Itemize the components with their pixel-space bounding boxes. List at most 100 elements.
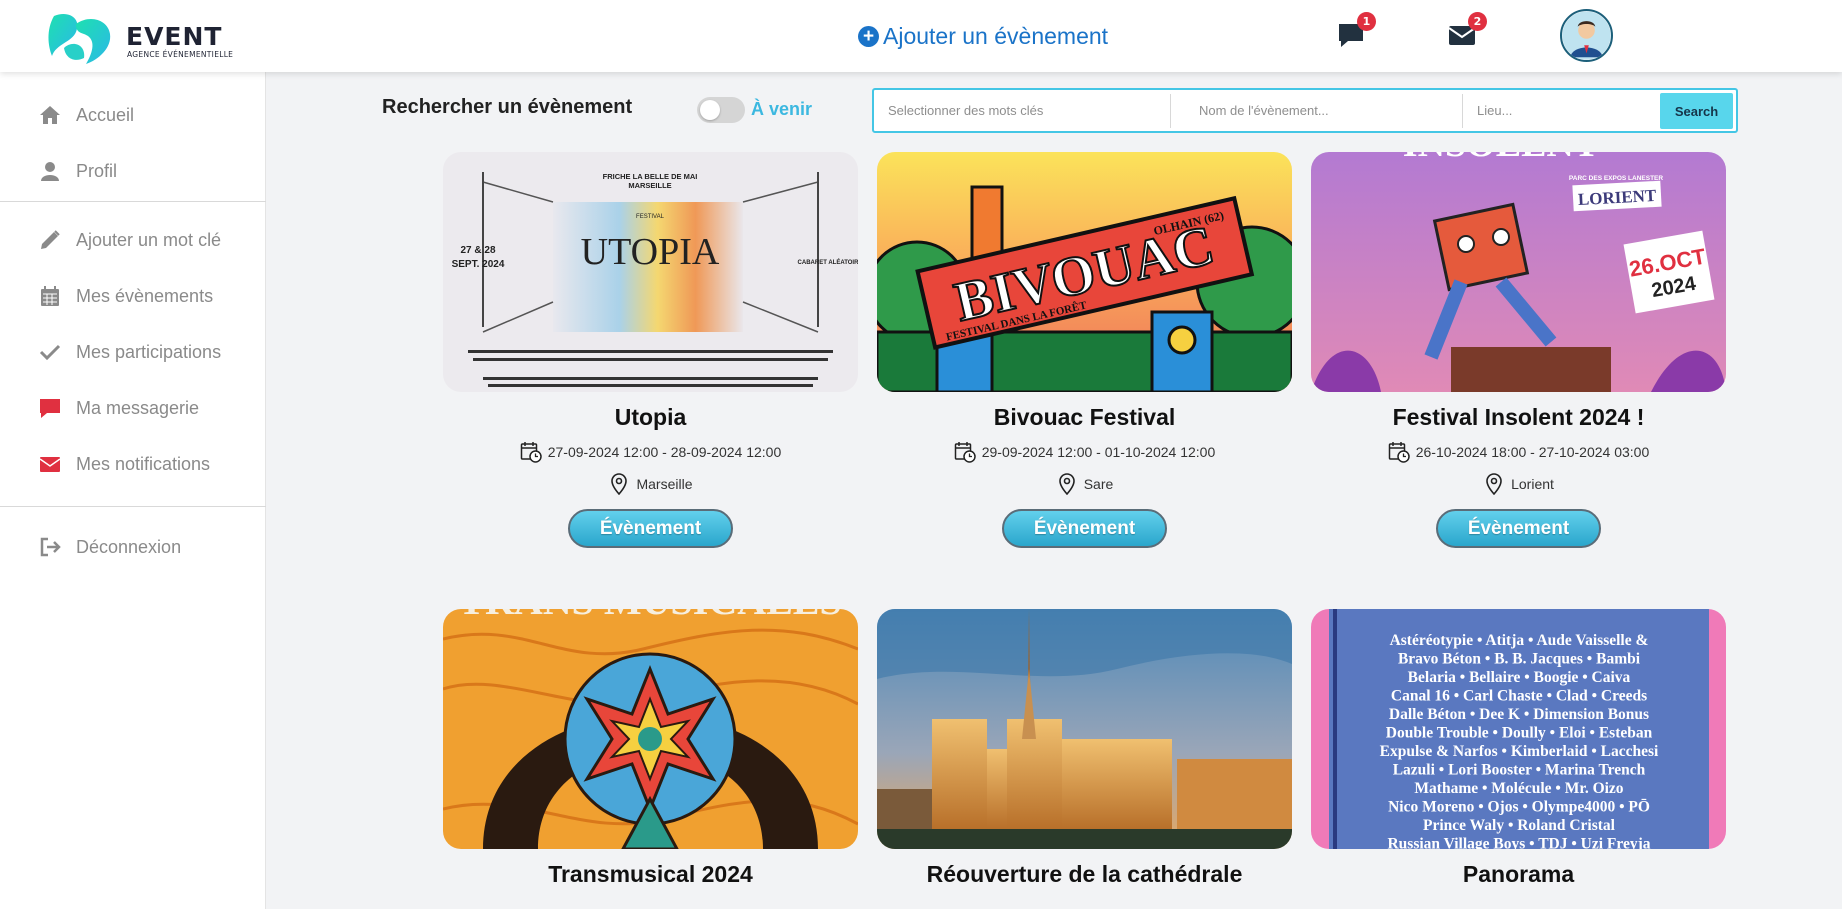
event-details-button[interactable]: Évènement bbox=[1002, 509, 1167, 548]
pencil-icon bbox=[41, 230, 60, 249]
event-poster-image[interactable]: Astéréotypie • Atitja • Aude Vaisselle &… bbox=[1311, 609, 1726, 849]
poster-text: Russian Village Boys • TDJ • Uzi Freyja bbox=[1387, 836, 1650, 850]
poster-text: 27 & 28 bbox=[460, 245, 495, 256]
sidebar-item-profil[interactable]: Profil bbox=[38, 156, 117, 186]
poster-text: Astéréotypie • Atitja • Aude Vaisselle & bbox=[1390, 632, 1649, 649]
event-card: FRICHE LA BELLE DE MAI MARSEILLE FESTIVA… bbox=[443, 152, 858, 548]
event-poster-image[interactable]: INSOLENT PARC DES EXPOS LANESTER LORIENT… bbox=[1311, 152, 1726, 392]
event-dates-text: 27-09-2024 12:00 - 28-09-2024 12:00 bbox=[547, 444, 782, 460]
poster-text: INSOLENT bbox=[1403, 152, 1599, 165]
keywords-select[interactable] bbox=[874, 90, 1170, 131]
utopia-poster: FRICHE LA BELLE DE MAI MARSEILLE FESTIVA… bbox=[443, 152, 858, 392]
poster-text: FRICHE LA BELLE DE MAI bbox=[603, 172, 698, 181]
poster-text: TRANS MUSICALES bbox=[458, 609, 841, 623]
sidebar-item-label: Ma messagerie bbox=[76, 397, 200, 418]
event-card: BIVOUAC FESTIVAL DANS LA FORÊT OLHAIN (6… bbox=[877, 152, 1292, 548]
add-event-label: Ajouter un évènement bbox=[883, 22, 1109, 49]
event-location-text: Lorient bbox=[1511, 476, 1554, 492]
poster-text: Belaria • Bellaire • Boogie • Caiva bbox=[1408, 669, 1631, 686]
event-title: Réouverture de la cathédrale bbox=[926, 861, 1243, 887]
transmusical-poster: TRANS MUSICALES bbox=[443, 609, 858, 849]
location-pin-icon bbox=[611, 473, 628, 495]
place-input[interactable] bbox=[1463, 90, 1653, 131]
user-icon bbox=[41, 162, 59, 181]
search-title: Rechercher un évènement bbox=[382, 96, 633, 118]
poster-text: FESTIVAL bbox=[636, 214, 665, 220]
logo-subtitle: AGENCE ÉVÉNEMENTIELLE bbox=[127, 50, 234, 59]
upcoming-toggle-label: À venir bbox=[751, 99, 813, 119]
search-bar: Search bbox=[872, 88, 1738, 133]
home-icon bbox=[40, 106, 60, 124]
sidebar-divider bbox=[0, 506, 266, 507]
poster-text: Prince Waly • Roland Cristal bbox=[1423, 817, 1616, 834]
panorama-poster: Astéréotypie • Atitja • Aude Vaisselle &… bbox=[1311, 609, 1726, 849]
calendar-clock-icon bbox=[520, 442, 542, 463]
check-icon bbox=[39, 344, 61, 361]
search-button[interactable]: Search bbox=[1660, 93, 1733, 129]
event-title: Bivouac Festival bbox=[993, 404, 1176, 430]
chat-icon bbox=[40, 399, 60, 418]
event-card: INSOLENT PARC DES EXPOS LANESTER LORIENT… bbox=[1311, 152, 1726, 548]
event-dates: 29-09-2024 12:00 - 01-10-2024 12:00 bbox=[877, 441, 1292, 463]
calendar-clock-icon bbox=[1388, 442, 1410, 463]
poster-text: PARC DES EXPOS LANESTER bbox=[1569, 175, 1663, 182]
sidebar: Accueil Profil Ajouter un mot clé Mes év… bbox=[0, 72, 266, 909]
poster-text: Expulse & Narfos • Kimberlaid • Lacchesi bbox=[1380, 743, 1659, 760]
logout-icon bbox=[40, 537, 61, 557]
sidebar-item-mes-notifications[interactable]: Mes notifications bbox=[38, 449, 210, 479]
poster-text: Canal 16 • Carl Chaste • Clad • Creeds bbox=[1391, 688, 1647, 705]
mail-button[interactable]: 2 bbox=[1447, 12, 1487, 50]
event-details-button[interactable]: Évènement bbox=[568, 509, 733, 548]
event-name-input[interactable] bbox=[1171, 90, 1462, 131]
calendar-clock-icon bbox=[954, 442, 976, 463]
event-logo[interactable]: EVENT AGENCE ÉVÉNEMENTIELLE bbox=[46, 8, 246, 64]
event-poster-image[interactable]: TRANS MUSICALES bbox=[443, 609, 858, 849]
toggle-knob bbox=[700, 100, 720, 120]
poster-text: Mathame • Molécule • Mr. Oizo bbox=[1414, 780, 1623, 797]
sidebar-item-label: Accueil bbox=[76, 104, 135, 125]
poster-text: MARSEILLE bbox=[628, 181, 671, 190]
sidebar-item-label: Mes notifications bbox=[76, 453, 211, 474]
event-location-text: Marseille bbox=[636, 476, 693, 492]
sidebar-divider bbox=[0, 201, 266, 202]
event-poster-image[interactable] bbox=[877, 609, 1292, 849]
poster-text: Double Trouble • Doully • Eloi • Esteban bbox=[1386, 725, 1653, 742]
event-location-text: Sare bbox=[1083, 476, 1114, 492]
user-avatar[interactable] bbox=[1560, 9, 1613, 62]
upcoming-toggle[interactable] bbox=[697, 97, 745, 123]
event-dates: 26-10-2024 18:00 - 27-10-2024 03:00 bbox=[1311, 441, 1726, 463]
poster-text: UTOPIA bbox=[581, 231, 720, 273]
event-poster-image[interactable]: FRICHE LA BELLE DE MAI MARSEILLE FESTIVA… bbox=[443, 152, 858, 392]
sidebar-item-label: Mes participations bbox=[76, 341, 222, 362]
event-details-button[interactable]: Évènement bbox=[1436, 509, 1601, 548]
poster-text: Nico Moreno • Ojos • Olympe4000 • PŌ bbox=[1388, 799, 1650, 816]
event-location: Marseille bbox=[443, 473, 858, 495]
sidebar-item-ma-messagerie[interactable]: Ma messagerie bbox=[38, 393, 199, 423]
sidebar-item-ajouter-mot-cle[interactable]: Ajouter un mot clé bbox=[38, 225, 221, 255]
sidebar-item-deconnexion[interactable]: Déconnexion bbox=[38, 532, 181, 562]
cathedral-photo bbox=[877, 609, 1292, 849]
event-dates-text: 26-10-2024 18:00 - 27-10-2024 03:00 bbox=[1415, 444, 1650, 460]
logo-mark-icon bbox=[48, 13, 111, 64]
event-title: Transmusical 2024 bbox=[548, 861, 753, 887]
sidebar-item-label: Ajouter un mot clé bbox=[76, 229, 222, 250]
event-dates: 27-09-2024 12:00 - 28-09-2024 12:00 bbox=[443, 441, 858, 463]
event-title: Festival Insolent 2024 ! bbox=[1392, 404, 1645, 430]
sidebar-item-mes-evenements[interactable]: Mes évènements bbox=[38, 281, 213, 311]
plus-circle-icon: + bbox=[858, 25, 879, 47]
calendar-icon bbox=[41, 286, 59, 306]
bivouac-poster: BIVOUAC FESTIVAL DANS LA FORÊT OLHAIN (6… bbox=[877, 152, 1292, 392]
location-pin-icon bbox=[1486, 473, 1502, 495]
avatar-icon bbox=[1562, 11, 1611, 60]
sidebar-item-mes-participations[interactable]: Mes participations bbox=[38, 337, 221, 367]
sidebar-item-accueil[interactable]: Accueil bbox=[38, 100, 134, 130]
add-event-button[interactable]: + Ajouter un évènement bbox=[858, 20, 1108, 52]
event-location: Lorient bbox=[1311, 473, 1726, 495]
messages-button[interactable]: 1 bbox=[1336, 12, 1376, 50]
messages-badge: 1 bbox=[1357, 12, 1376, 31]
event-card: TRANS MUSICALES Transmusical 2024 bbox=[443, 609, 858, 888]
poster-text: Dalle Béton • Dee K • Dimension Bonus bbox=[1389, 706, 1649, 723]
poster-text: Lazuli • Lori Booster • Marina Trench bbox=[1393, 762, 1646, 779]
location-pin-icon bbox=[1058, 473, 1075, 495]
event-poster-image[interactable]: BIVOUAC FESTIVAL DANS LA FORÊT OLHAIN (6… bbox=[877, 152, 1292, 392]
